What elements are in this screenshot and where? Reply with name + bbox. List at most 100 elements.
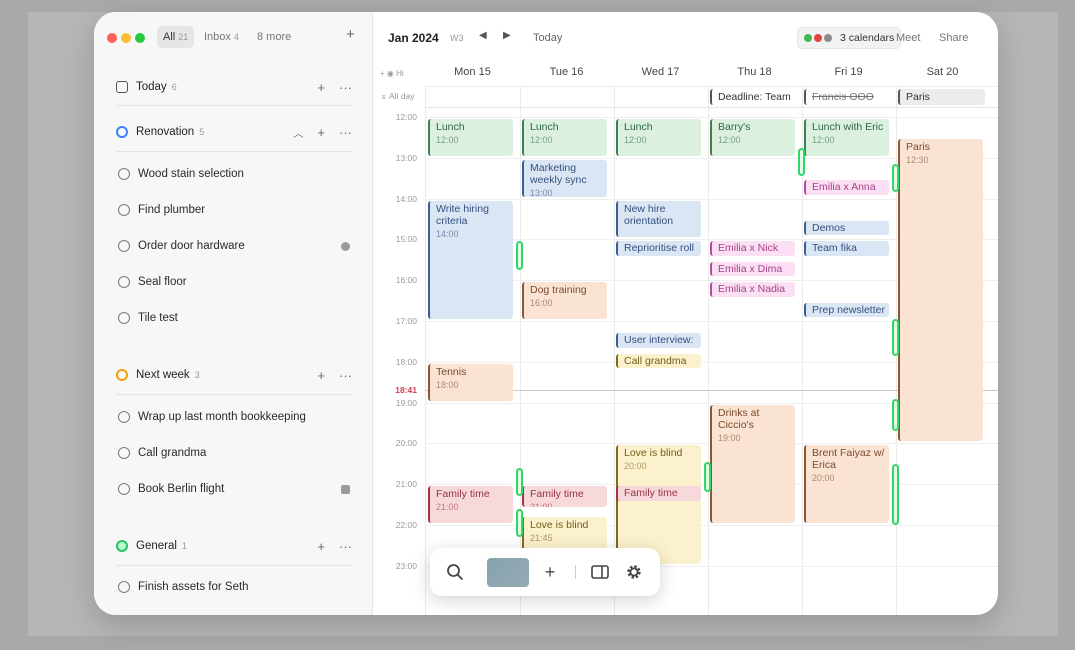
section-next-week[interactable]: Next week 3 + ···: [116, 364, 352, 386]
checkbox-icon[interactable]: [118, 204, 130, 216]
calendar-event[interactable]: Lunch with Eric 12:00: [804, 119, 889, 156]
calendar-event[interactable]: Demos: [804, 221, 889, 236]
list-item[interactable]: Finish assets for Seth: [118, 577, 350, 597]
calendar-event[interactable]: Reprioritise roll: [616, 241, 701, 256]
calendar-event[interactable]: Emilia x Dima: [710, 261, 795, 277]
more-options-icon[interactable]: ···: [339, 368, 352, 383]
add-list-button[interactable]: +: [346, 26, 355, 43]
calendar-event[interactable]: Lunch 12:00: [616, 119, 701, 156]
checkbox-icon[interactable]: [118, 276, 130, 288]
checkbox-icon[interactable]: [118, 312, 130, 324]
calendar-event[interactable]: Prep newsletter: [804, 302, 889, 317]
add-task-icon[interactable]: +: [317, 125, 325, 140]
minimize-window-button[interactable]: [121, 33, 131, 43]
calendar-event[interactable]: Lunch 12:00: [522, 119, 607, 156]
calendar-event[interactable]: Write hiring criteria 14:00: [428, 200, 513, 319]
list-item[interactable]: Book Berlin flight: [118, 479, 350, 499]
next-week-icon[interactable]: ▶: [503, 30, 511, 41]
day-header[interactable]: Tue 16: [520, 66, 613, 78]
calendar-event[interactable]: Drinks at Ciccio's 19:00: [710, 404, 795, 523]
travel-time-handle[interactable]: [516, 508, 523, 538]
list-item[interactable]: Wood stain selection: [118, 164, 350, 184]
calendar-event[interactable]: Family time21:00: [428, 486, 513, 523]
day-header[interactable]: Fri 19: [802, 66, 895, 78]
maximize-window-button[interactable]: [135, 33, 145, 43]
calendar-event[interactable]: New hire orientation: [616, 200, 701, 238]
hour-label: 13:00: [395, 152, 417, 163]
all-day-event[interactable]: Paris: [898, 89, 985, 105]
sidebar: All 21 Inbox 4 8 more + Today 6 + ··· Reno…: [94, 12, 373, 615]
all-day-event[interactable]: Deadline: Team: [710, 89, 797, 105]
task-label: Find plumber: [138, 204, 206, 216]
section-renovation[interactable]: Renovation 5 ︿ + ···: [116, 121, 352, 143]
list-item[interactable]: Find plumber: [118, 200, 350, 220]
checkbox-icon[interactable]: [118, 411, 130, 423]
timezone-label[interactable]: + ◉ Hi: [380, 69, 404, 78]
today-button[interactable]: Today: [533, 32, 562, 44]
travel-time-handle[interactable]: [892, 463, 899, 525]
calendar-event[interactable]: Dog training 16:00: [522, 282, 607, 319]
calendar-event[interactable]: Marketing weekly sync 13:00: [522, 159, 607, 197]
add-task-icon[interactable]: +: [317, 368, 325, 383]
travel-time-handle[interactable]: [516, 241, 523, 270]
add-icon[interactable]: +: [539, 548, 561, 596]
calendar-event[interactable]: Brent Faiyaz w/ Erica 20:00: [804, 445, 889, 523]
day-header[interactable]: Sat 20: [896, 66, 989, 78]
calendar-event[interactable]: User interview:: [616, 333, 701, 348]
travel-time-handle[interactable]: [704, 461, 711, 493]
checkbox-icon[interactable]: [118, 447, 130, 459]
day-header[interactable]: Mon 15: [426, 66, 519, 78]
calendar-event[interactable]: Tennis 18:00: [428, 363, 513, 401]
checkbox-icon[interactable]: [118, 240, 130, 252]
previous-week-icon[interactable]: ◀: [479, 30, 487, 41]
section-general[interactable]: General 1 + ···: [116, 535, 352, 557]
calendar-event[interactable]: Paris 12:30: [898, 139, 983, 442]
travel-time-handle[interactable]: [892, 163, 899, 193]
travel-time-handle[interactable]: [892, 398, 899, 432]
calendar-event[interactable]: Family time: [616, 486, 701, 501]
tab-more[interactable]: 8 more: [257, 26, 291, 48]
calendar-event[interactable]: Love is blind 20:00: [616, 445, 701, 564]
list-item[interactable]: Tile test: [118, 308, 350, 328]
share-button[interactable]: Share: [939, 32, 968, 44]
meet-button[interactable]: Meet: [896, 32, 920, 44]
checkbox-icon[interactable]: [118, 168, 130, 180]
color-swatch[interactable]: [487, 558, 529, 587]
list-item[interactable]: Wrap up last month bookkeeping: [118, 407, 350, 427]
day-header[interactable]: Thu 18: [708, 66, 801, 78]
checkbox-icon[interactable]: [118, 581, 130, 593]
calendar-event[interactable]: Family time21:00: [522, 486, 607, 507]
all-day-event[interactable]: Francis OOO: [804, 89, 891, 105]
tab-all[interactable]: All 21: [157, 26, 195, 48]
event-title: Team fika: [812, 242, 857, 255]
list-item[interactable]: Call grandma: [118, 443, 350, 463]
calendar-event[interactable]: Emilia x Nick: [710, 241, 795, 256]
travel-time-handle[interactable]: [516, 467, 523, 497]
search-icon[interactable]: [442, 548, 468, 596]
more-options-icon[interactable]: ···: [339, 80, 352, 95]
checkbox-icon[interactable]: [118, 483, 130, 495]
calendar-event[interactable]: Lunch 12:00: [428, 119, 513, 156]
calendar-event[interactable]: Barry's 12:00: [710, 119, 795, 156]
settings-icon[interactable]: [622, 548, 646, 596]
event-time: 20:00: [812, 473, 835, 484]
chevron-up-icon[interactable]: ︿: [293, 125, 303, 140]
travel-time-handle[interactable]: [892, 318, 899, 356]
calendar-event[interactable]: Emilia x Anna: [804, 180, 889, 195]
panel-icon[interactable]: [588, 548, 612, 596]
calendars-button[interactable]: 3 calendars: [797, 27, 902, 49]
list-item[interactable]: Seal floor: [118, 272, 350, 292]
close-window-button[interactable]: [107, 33, 117, 43]
calendar-event[interactable]: Team fika: [804, 241, 889, 256]
add-task-icon[interactable]: +: [317, 539, 325, 554]
add-task-icon[interactable]: +: [317, 80, 325, 95]
more-options-icon[interactable]: ···: [339, 539, 352, 554]
more-options-icon[interactable]: ···: [339, 125, 352, 140]
section-today[interactable]: Today 6 + ···: [116, 76, 352, 98]
calendar-event[interactable]: Emilia x Nadia: [710, 282, 795, 297]
tab-inbox[interactable]: Inbox 4: [204, 26, 239, 48]
day-header[interactable]: Wed 17: [614, 66, 707, 78]
list-item[interactable]: Order door hardware: [118, 236, 350, 256]
travel-time-handle[interactable]: [798, 147, 805, 177]
calendar-event[interactable]: Call grandma: [616, 353, 701, 368]
